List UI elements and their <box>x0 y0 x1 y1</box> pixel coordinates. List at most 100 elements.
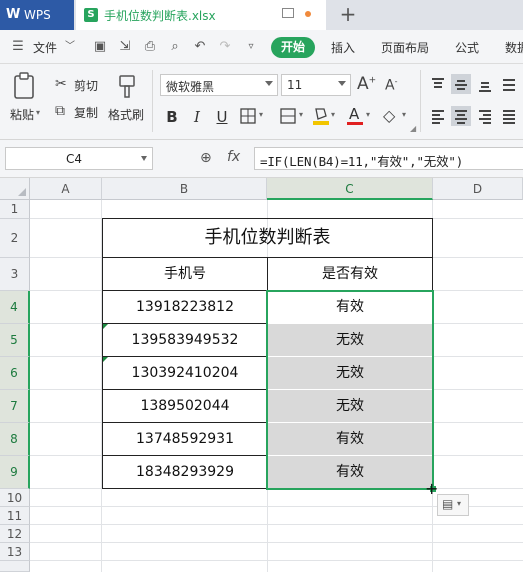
tab-data[interactable]: 数据 <box>505 39 523 56</box>
fill-color-icon[interactable] <box>312 106 330 126</box>
row-header-partial <box>0 561 30 572</box>
phone-cell[interactable]: 13918223812 <box>103 291 267 323</box>
align-bottom-icon[interactable] <box>475 74 495 94</box>
chevron-down-icon[interactable]: ﹀ <box>62 39 78 55</box>
format-painter-icon[interactable] <box>116 74 138 100</box>
select-all-corner[interactable] <box>0 178 30 200</box>
bold-button[interactable]: B <box>161 106 183 128</box>
clipboard-icon: ▤ <box>442 497 454 511</box>
tab-insert[interactable]: 插入 <box>331 39 355 56</box>
wps-home-tab[interactable]: W WPS <box>0 0 74 30</box>
error-indicator-icon[interactable] <box>103 357 108 362</box>
border-dropdown-icon[interactable]: ▾ <box>259 110 263 119</box>
font-name-value: 微软雅黑 <box>166 80 215 94</box>
font-name-select[interactable]: 微软雅黑 <box>160 74 278 96</box>
align-middle-icon[interactable] <box>451 74 471 94</box>
font-size-select[interactable]: 11 <box>281 74 351 96</box>
document-tab[interactable]: S 手机位数判断表.xlsx <box>76 0 326 30</box>
fill-color-dropdown-icon[interactable]: ▾ <box>331 110 335 119</box>
align-right-icon[interactable] <box>475 106 495 126</box>
phone-cell[interactable]: 130392410204 <box>103 357 267 389</box>
row-header-6[interactable]: 6 <box>0 357 30 390</box>
column-header-c[interactable]: C <box>267 178 433 200</box>
wrap-icon[interactable] <box>499 74 519 94</box>
menu-bar: ☰ 文件 ﹀ ▣ ⇲ ⎙ ⌕ ↶ ↷ ▿ 开始 插入 页面布局 公式 数据 <box>0 30 523 64</box>
copy-button[interactable]: 复制 <box>74 104 98 121</box>
gridline <box>30 542 523 543</box>
table-border <box>432 218 433 291</box>
phone-cell[interactable]: 139583949532 <box>103 324 267 356</box>
chevron-down-icon <box>338 81 346 86</box>
formula-input[interactable]: =IF(LEN(B4)=11,"有效","无效") <box>254 147 523 170</box>
row-header-11[interactable]: 11 <box>0 507 30 525</box>
row-header-5[interactable]: 5 <box>0 324 30 357</box>
new-tab-button[interactable]: + <box>338 2 358 26</box>
clear-dropdown-icon[interactable]: ▾ <box>402 110 406 119</box>
phone-cell[interactable]: 18348293929 <box>103 456 267 488</box>
error-indicator-icon[interactable] <box>103 324 108 329</box>
border-icon[interactable] <box>240 108 256 124</box>
increase-font-icon[interactable]: A+ <box>357 74 376 94</box>
ribbon-divider <box>420 70 421 132</box>
paste-button[interactable]: 粘贴 <box>10 106 34 123</box>
quick-access-more-icon[interactable]: ▿ <box>243 39 259 55</box>
table-title[interactable]: 手机位数判断表 <box>103 219 432 257</box>
merge-cells-icon[interactable] <box>280 108 296 124</box>
format-painter-button[interactable]: 格式刷 <box>108 106 144 123</box>
monitor-icon[interactable] <box>282 8 294 18</box>
column-header-d[interactable]: D <box>433 178 523 200</box>
paste-options-button[interactable]: ▤ ▾ <box>437 494 469 516</box>
formula-bar: C4 ⊕ fx =IF(LEN(B4)=11,"有效","无效") <box>0 140 523 178</box>
row-header-13[interactable]: 13 <box>0 543 30 561</box>
paste-dropdown-icon[interactable]: ▾ <box>36 108 40 117</box>
italic-button[interactable]: I <box>186 106 208 128</box>
insert-function-icon[interactable]: fx <box>227 149 240 165</box>
header-cell-valid[interactable]: 是否有效 <box>268 258 432 290</box>
name-box[interactable]: C4 <box>5 147 153 170</box>
spreadsheet-grid[interactable]: A B C D 1 2 3 4 5 6 7 8 9 10 11 12 13 手机… <box>0 178 523 572</box>
row-header-7[interactable]: 7 <box>0 390 30 423</box>
clear-format-icon[interactable]: ◇ <box>383 106 395 125</box>
row-header-4[interactable]: 4 <box>0 291 30 324</box>
merge-dropdown-icon[interactable]: ▾ <box>299 110 303 119</box>
undo-icon[interactable]: ↶ <box>192 39 208 55</box>
header-cell-phone[interactable]: 手机号 <box>103 258 267 290</box>
row-header-3[interactable]: 3 <box>0 258 30 291</box>
align-top-icon[interactable] <box>428 74 448 94</box>
font-dialog-launcher-icon[interactable]: ◢ <box>410 124 416 133</box>
gridline <box>30 524 523 525</box>
gridline <box>30 560 523 561</box>
align-center-icon[interactable] <box>451 106 471 126</box>
phone-cell[interactable]: 1389502044 <box>103 390 267 422</box>
column-header-a[interactable]: A <box>30 178 102 200</box>
row-header-12[interactable]: 12 <box>0 525 30 543</box>
zoom-icon[interactable]: ⊕ <box>200 150 212 166</box>
font-color-icon[interactable]: A <box>346 105 364 127</box>
save-icon[interactable]: ▣ <box>92 39 108 55</box>
cut-button[interactable]: 剪切 <box>74 77 98 94</box>
row-header-8[interactable]: 8 <box>0 423 30 456</box>
decrease-font-icon[interactable]: A- <box>385 77 397 94</box>
column-header-b[interactable]: B <box>102 178 267 200</box>
unsaved-dot-icon <box>305 11 311 17</box>
row-header-10[interactable]: 10 <box>0 489 30 507</box>
row-header-9[interactable]: 9 <box>0 456 30 489</box>
file-menu[interactable]: 文件 <box>33 39 57 56</box>
print-icon[interactable]: ⎙ <box>142 39 158 55</box>
hamburger-menu-icon[interactable]: ☰ <box>10 39 26 55</box>
redo-icon[interactable]: ↷ <box>217 39 233 55</box>
row-header-1[interactable]: 1 <box>0 200 30 219</box>
tab-formulas[interactable]: 公式 <box>455 39 479 56</box>
paste-icon[interactable] <box>12 72 36 100</box>
font-color-dropdown-icon[interactable]: ▾ <box>366 110 370 119</box>
document-tab-title: 手机位数判断表.xlsx <box>104 9 216 23</box>
underline-button[interactable]: U <box>211 106 233 128</box>
justify-icon[interactable] <box>499 106 519 126</box>
tab-page-layout[interactable]: 页面布局 <box>381 39 429 56</box>
print-preview-icon[interactable]: ⌕ <box>167 39 183 55</box>
row-header-2[interactable]: 2 <box>0 219 30 258</box>
export-icon[interactable]: ⇲ <box>117 39 133 55</box>
phone-cell[interactable]: 13748592931 <box>103 423 267 455</box>
align-left-icon[interactable] <box>428 106 448 126</box>
tab-home[interactable]: 开始 <box>271 37 315 58</box>
